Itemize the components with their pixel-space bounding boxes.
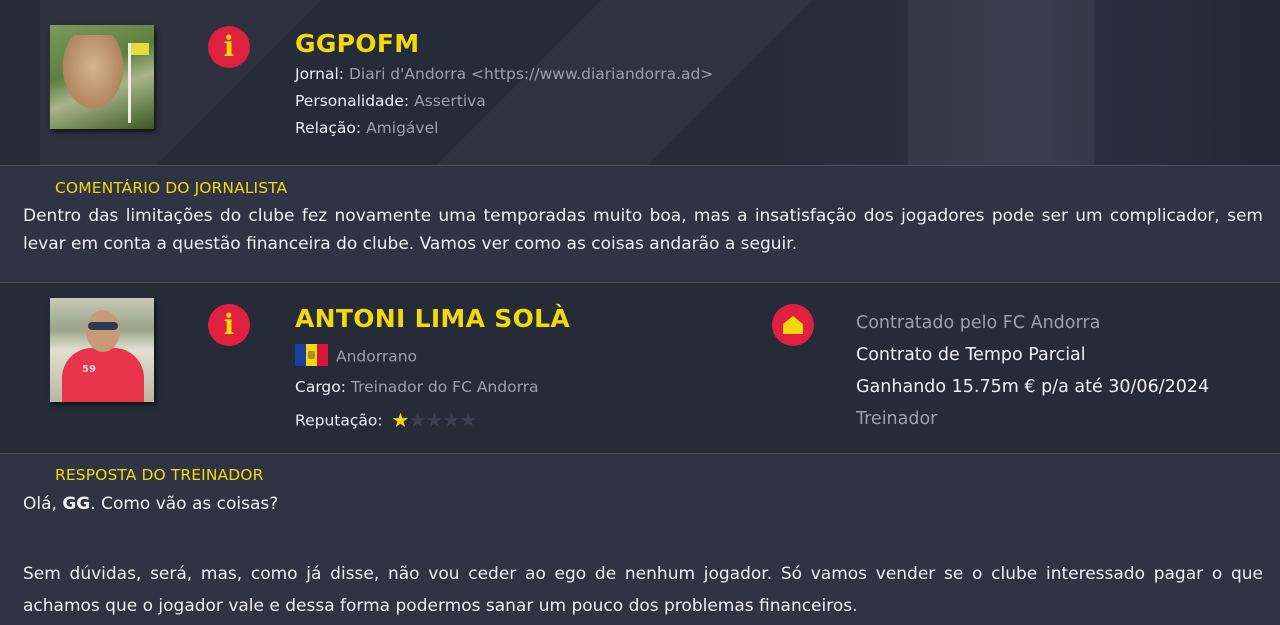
star-icon: ★ xyxy=(459,408,478,432)
coach-name[interactable]: ANTONI LIMA SOLÀ xyxy=(295,304,570,333)
coach-info-icon[interactable]: i xyxy=(208,304,250,346)
coach-panel xyxy=(0,283,1280,454)
personality-label: Personalidade: xyxy=(295,92,410,110)
home-icon[interactable] xyxy=(772,304,814,346)
avatar-sunglasses-graphic xyxy=(88,322,118,330)
greeting-post: . Como vão as coisas? xyxy=(90,494,279,514)
contract-type-line: Contrato de Tempo Parcial xyxy=(856,345,1086,365)
relation-value: Amigável xyxy=(366,119,439,137)
reputation-stars: ★★★★★ xyxy=(391,408,478,432)
andorra-flag-icon xyxy=(295,344,328,366)
star-icon: ★ xyxy=(408,408,427,432)
coach-response-greeting: Olá, GG. Como vão as coisas? xyxy=(23,494,278,514)
greeting-pre: Olá, xyxy=(23,494,63,514)
journal-label: Jornal: xyxy=(295,65,345,83)
avatar-head-graphic xyxy=(86,310,120,352)
avatar-shirt-graphic xyxy=(62,348,144,402)
contract-role-line: Treinador xyxy=(856,409,938,429)
avatar-corner-flag-post xyxy=(128,43,131,123)
personality-row: Personalidade: Assertiva xyxy=(295,92,486,110)
coach-response-text: Sem dúvidas, será, mas, como já disse, n… xyxy=(23,564,1263,616)
journalist-comment-title: COMENTÁRIO DO JORNALISTA xyxy=(55,179,288,197)
greeting-name: GG xyxy=(62,494,91,514)
nationality-row: Andorrano xyxy=(295,344,417,368)
journalist-info-icon[interactable]: i xyxy=(208,26,250,68)
role-label: Cargo: xyxy=(295,378,346,396)
role-row: Cargo: Treinador do FC Andorra xyxy=(295,378,539,396)
journalist-name[interactable]: GGPOFM xyxy=(295,29,419,58)
star-icon: ★ xyxy=(391,408,410,432)
reputation-label: Reputação: xyxy=(295,411,383,430)
star-icon: ★ xyxy=(442,408,461,432)
journal-row: Jornal: Diari d'Andorra <https://www.dia… xyxy=(295,65,713,83)
relation-row: Relação: Amigável xyxy=(295,119,438,137)
journalist-header xyxy=(0,0,1280,166)
journal-value[interactable]: Diari d'Andorra <https://www.diariandorr… xyxy=(349,65,713,83)
coach-avatar[interactable]: 59 xyxy=(50,298,154,402)
star-icon: ★ xyxy=(425,408,444,432)
avatar-corner-flag xyxy=(131,43,149,55)
contract-wage-line: Ganhando 15.75m € p/a até 30/06/2024 xyxy=(856,377,1210,397)
flag-seal xyxy=(308,351,315,359)
nationality-value[interactable]: Andorrano xyxy=(336,348,417,366)
relation-label: Relação: xyxy=(295,119,362,137)
contract-club-line[interactable]: Contratado pelo FC Andorra xyxy=(856,313,1100,333)
personality-value: Assertiva xyxy=(414,92,486,110)
reputation-row: Reputação: ★★★★★ xyxy=(295,408,478,432)
journalist-avatar[interactable] xyxy=(50,25,154,129)
coach-response-title: RESPOSTA DO TREINADOR xyxy=(55,466,264,484)
avatar-hand-graphic xyxy=(58,35,128,115)
role-value[interactable]: Treinador do FC Andorra xyxy=(351,378,539,396)
avatar-shirt-number: 59 xyxy=(82,364,96,375)
journalist-comment-text: Dentro das limitações do clube fez novam… xyxy=(23,206,1263,254)
